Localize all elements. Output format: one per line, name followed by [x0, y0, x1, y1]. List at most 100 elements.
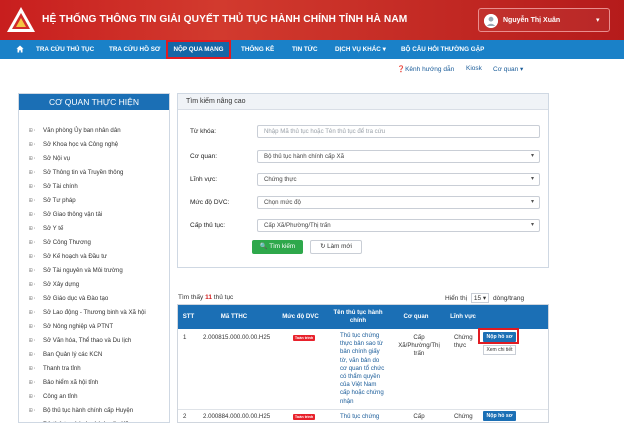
nav-item-nop-qua-mang[interactable]: NỘP QUA MẠNG	[166, 40, 231, 59]
column-header-stt: STT	[178, 305, 199, 329]
kiosk-link[interactable]: Kiosk	[466, 65, 482, 72]
tree-item[interactable]: ⊞· Sở Tư pháp	[29, 194, 169, 208]
tree-item[interactable]: ⊞· Sở Nông nghiệp và PTNT	[29, 320, 169, 334]
tree-item-label: Sở Lao động - Thương binh và Xã hội	[43, 309, 146, 316]
agency-link-label: Cơ quan	[493, 66, 519, 73]
row-stt: 2	[183, 413, 187, 420]
keyword-row: Từ khóa: Nhập Mã thủ tục hoặc Tên thủ tụ…	[190, 125, 540, 139]
tree-expand-icon[interactable]: ⊞·	[29, 390, 36, 404]
level-badge: Toàn trình	[293, 335, 315, 341]
nav-item-tra-cuu-ho-so[interactable]: TRA CỨU HỒ SƠ	[109, 40, 160, 59]
tree-item[interactable]: ⊞· Văn phòng Ủy ban nhân dân	[29, 124, 169, 138]
tier-select[interactable]: Cấp Xã/Phường/Thị trấn ▾	[257, 219, 540, 232]
tree-expand-icon[interactable]: ⊞·	[29, 362, 36, 376]
home-icon[interactable]	[14, 40, 26, 59]
tree-item[interactable]: ⊞· Công an tỉnh	[29, 390, 169, 404]
chevron-down-icon: ▾	[382, 46, 386, 53]
main-nav: TRA CỨU THỦ TỤC TRA CỨU HỒ SƠ NỘP QUA MẠ…	[0, 40, 624, 59]
tree-item-label: Sở Y tế	[43, 225, 64, 232]
search-button[interactable]: 🔍 Tìm kiếm	[252, 240, 303, 254]
view-detail-button[interactable]: Xem chi tiết	[483, 345, 516, 355]
tree-item[interactable]: ⊞· Sở Kế hoạch và Đầu tư	[29, 250, 169, 264]
tree-item[interactable]: ⊞· Sở Lao động - Thương binh và Xã hội	[29, 306, 169, 320]
procedure-name-link[interactable]: Thủ tục chứng thực bản sao từ bản chính …	[340, 332, 385, 406]
tree-expand-icon[interactable]: ⊞·	[29, 404, 36, 418]
tree-item-label: Công an tỉnh	[43, 393, 78, 400]
field-label: Lĩnh vực:	[190, 176, 218, 183]
tree-expand-icon[interactable]: ⊞·	[29, 418, 36, 422]
tree-expand-icon[interactable]: ⊞·	[29, 180, 36, 194]
tree-expand-icon[interactable]: ⊞·	[29, 250, 36, 264]
page-size-suffix: dòng/trang	[492, 295, 525, 302]
page-size: Hiển thị 15 ▾ dòng/trang	[445, 293, 524, 303]
tree-item[interactable]: ⊞· Sở Y tế	[29, 222, 169, 236]
tree-item[interactable]: ⊞· Thanh tra tỉnh	[29, 362, 169, 376]
tier-select-value: Cấp Xã/Phường/Thị trấn	[264, 222, 331, 229]
nav-item-tra-cuu-thu-tuc[interactable]: TRA CỨU THỦ TỤC	[36, 40, 94, 59]
level-select-value: Chọn mức độ	[264, 199, 301, 206]
column-header-level: Mức độ DVC	[269, 305, 332, 329]
tree-item-label: Sở Tài chính	[43, 183, 78, 190]
tree-item[interactable]: ⊞· Sở Tài chính	[29, 180, 169, 194]
tree-expand-icon[interactable]: ⊞·	[29, 320, 36, 334]
row-agency: Cấp Xã/Phường/Thị trấn	[398, 334, 440, 358]
chevron-down-icon: ▾	[596, 17, 600, 24]
user-menu[interactable]: Nguyễn Thị Xuân ▾	[478, 8, 610, 32]
reset-button[interactable]: ↻ Làm mới	[310, 240, 362, 254]
results-count-prefix: Tìm thấy	[178, 294, 204, 301]
tree-item[interactable]: ⊞· Sở Giao thông vận tải	[29, 208, 169, 222]
tree-expand-icon[interactable]: ⊞·	[29, 194, 36, 208]
tree-item[interactable]: ⊞·Bộ thủ tục hành chính cấp Xã	[29, 418, 169, 422]
tree-expand-icon[interactable]: ⊞·	[29, 292, 36, 306]
tree-expand-icon[interactable]: ⊞·	[29, 138, 36, 152]
page-size-select[interactable]: 15 ▾	[470, 293, 490, 303]
tree-item[interactable]: ⊞· Ban Quản lý các KCN	[29, 348, 169, 362]
level-select[interactable]: Chọn mức độ ▾	[257, 196, 540, 209]
tree-item[interactable]: ⊞· Sở Văn hóa, Thể thao và Du lịch	[29, 334, 169, 348]
tree-item[interactable]: ⊞· Sở Xây dựng	[29, 278, 169, 292]
row-code: 2.000815.000.00.00.H25	[203, 334, 271, 341]
tree-item-label: Sở Nông nghiệp và PTNT	[43, 323, 114, 330]
logo-icon	[7, 7, 35, 32]
tree-expand-icon[interactable]: ⊞·	[29, 208, 36, 222]
agency-select[interactable]: Bộ thủ tục hành chính cấp Xã ▾	[257, 150, 540, 163]
tree-expand-icon[interactable]: ⊞·	[29, 222, 36, 236]
tree-item[interactable]: ⊞· Bộ thủ tục hành chính cấp Huyện	[29, 404, 169, 418]
agency-label: Cơ quan:	[190, 153, 218, 160]
agency-link[interactable]: Cơ quan ▾	[493, 65, 523, 73]
tree-item-label: Bảo hiểm xã hội tỉnh	[43, 379, 99, 386]
tree-expand-icon[interactable]: ⊞·	[29, 124, 36, 138]
tree-item-label: Sở Tư pháp	[43, 197, 76, 204]
tree-item[interactable]: ⊞· Sở Tài nguyên và Môi trường	[29, 264, 169, 278]
keyword-input[interactable]: Nhập Mã thủ tục hoặc Tên thủ tục để tra …	[257, 125, 540, 138]
procedure-name-link[interactable]: Thủ tục chứng	[340, 413, 385, 421]
tree-item[interactable]: ⊞· Sở Nội vụ	[29, 152, 169, 166]
tree-item[interactable]: ⊞· Bảo hiểm xã hội tỉnh	[29, 376, 169, 390]
tree-item[interactable]: ⊞· Sở Giáo dục và Đào tạo	[29, 292, 169, 306]
tree-expand-icon[interactable]: ⊞·	[29, 348, 36, 362]
column-header-name: Tên thủ tục hành chính	[332, 305, 384, 329]
tree-expand-icon[interactable]: ⊞·	[29, 278, 36, 292]
tree-expand-icon[interactable]: ⊞·	[29, 264, 36, 278]
tree-expand-icon[interactable]: ⊞·	[29, 376, 36, 390]
submit-button[interactable]: Nộp hồ sơ	[483, 411, 516, 421]
tree-expand-icon[interactable]: ⊞·	[29, 166, 36, 180]
tree-item[interactable]: ⊞· Sở Thông tin và Truyền thông	[29, 166, 169, 180]
nav-item-cau-hoi-thuong-gap[interactable]: BỘ CÂU HỎI THƯỜNG GẶP	[401, 40, 484, 59]
field-select[interactable]: Chứng thực ▾	[257, 173, 540, 186]
tree-item-label: Thanh tra tỉnh	[43, 365, 81, 372]
nav-item-tin-tuc[interactable]: TIN TỨC	[292, 40, 318, 59]
tree-expand-icon[interactable]: ⊞·	[29, 236, 36, 250]
guide-link-label: Kênh hướng dẫn	[405, 66, 455, 73]
tree-expand-icon[interactable]: ⊞·	[29, 306, 36, 320]
column-header-field: Lĩnh vực	[448, 305, 478, 329]
nav-item-dich-vu-khac[interactable]: DỊCH VỤ KHÁC ▾	[335, 40, 386, 59]
tree-expand-icon[interactable]: ⊞·	[29, 334, 36, 348]
question-circle-icon: ❓	[397, 66, 406, 73]
tree-item[interactable]: ⊞· Sở Khoa học và Công nghệ	[29, 138, 169, 152]
nav-item-thong-ke[interactable]: THỐNG KÊ	[241, 40, 274, 59]
guide-link[interactable]: ❓Kênh hướng dẫn	[397, 65, 454, 73]
tree-expand-icon[interactable]: ⊞·	[29, 152, 36, 166]
tree-item[interactable]: ⊞· Sở Công Thương	[29, 236, 169, 250]
chevron-down-icon: ▾	[530, 222, 534, 228]
